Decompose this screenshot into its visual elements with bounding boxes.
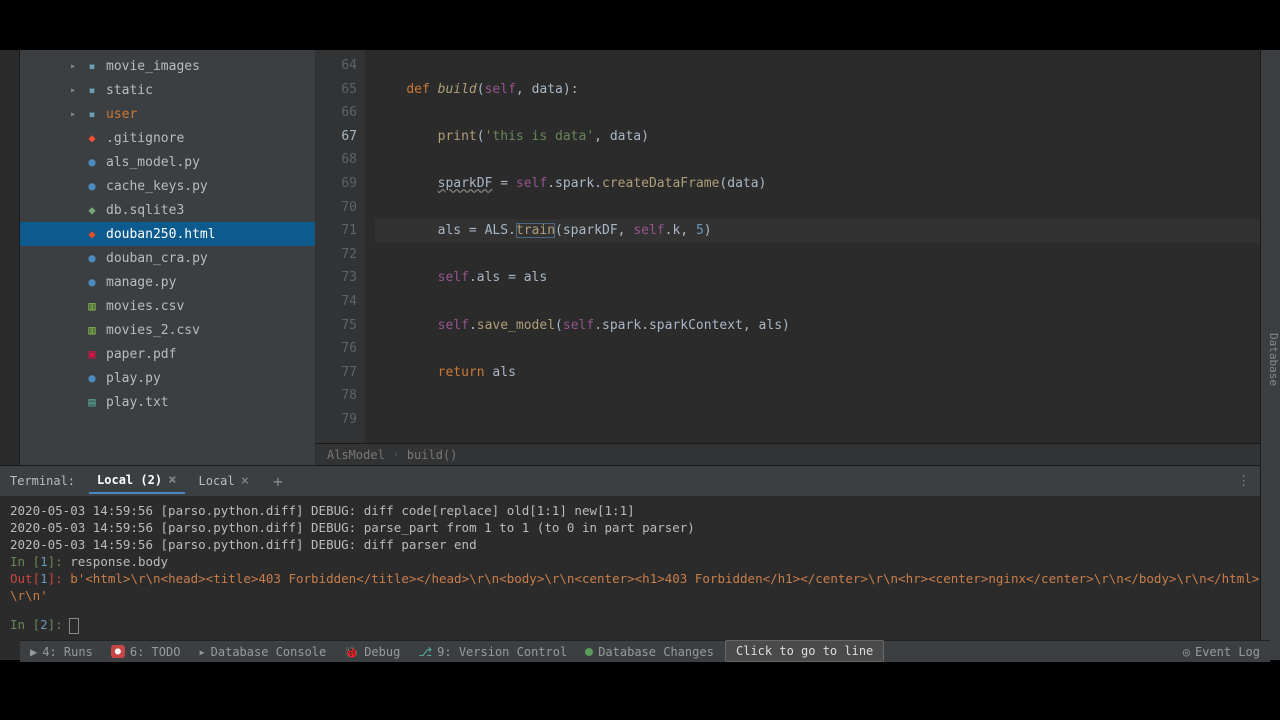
line-gutter: 64656667 68697071 72737475 76777879	[315, 50, 365, 443]
tree-file[interactable]: ▣ paper.pdf	[20, 342, 315, 366]
runs-button[interactable]: ▶4: Runs	[30, 645, 93, 659]
python-icon: ●	[84, 274, 100, 290]
bottom-toolbar: ▶4: Runs ●6: TODO ▸Database Console 🐞Deb…	[20, 640, 1270, 662]
chevron-right-icon: ▸	[70, 109, 82, 120]
folder-icon: ▪	[84, 58, 100, 74]
right-tool-rail[interactable]: Database	[1260, 50, 1280, 660]
terminal-line: 2020-05-03 14:59:56 [parso.python.diff] …	[10, 502, 1270, 519]
more-icon[interactable]: ⋮	[1237, 474, 1250, 489]
terminal-header: Terminal: Local (2) × Local × + ⋮ —	[0, 466, 1280, 496]
pdf-icon: ▣	[84, 346, 100, 362]
tree-file[interactable]: ● douban_cra.py	[20, 246, 315, 270]
file-tree[interactable]: ▸ ▪ movie_images ▸ ▪ static ▸ ▪ user ◆ .…	[20, 50, 315, 465]
chevron-right-icon: ›	[393, 449, 399, 460]
tree-file[interactable]: ▥ movies.csv	[20, 294, 315, 318]
terminal-tab[interactable]: Local ×	[191, 469, 258, 493]
terminal-panel: Terminal: Local (2) × Local × + ⋮ — 2020…	[0, 465, 1280, 660]
tree-label: movies_2.csv	[106, 323, 200, 338]
eventlog-button[interactable]: ◎Event Log	[1183, 645, 1260, 659]
close-icon[interactable]: ×	[241, 473, 249, 489]
tree-file[interactable]: ▤ play.txt	[20, 390, 315, 414]
tree-label: douban250.html	[106, 227, 216, 242]
db-changes-button[interactable]: Database Changes	[585, 645, 714, 659]
chevron-right-icon: ▸	[70, 85, 82, 96]
csv-icon: ▥	[84, 322, 100, 338]
tree-label: .gitignore	[106, 131, 184, 146]
terminal-line: 2020-05-03 14:59:56 [parso.python.diff] …	[10, 536, 1270, 553]
add-tab-button[interactable]: +	[267, 472, 289, 491]
tree-file[interactable]: ◆ db.sqlite3	[20, 198, 315, 222]
code-pane[interactable]: 64656667 68697071 72737475 76777879 def …	[315, 50, 1280, 443]
tree-label: als_model.py	[106, 155, 200, 170]
close-icon[interactable]: ×	[168, 472, 176, 488]
python-icon: ●	[84, 250, 100, 266]
breadcrumb-class[interactable]: AlsModel	[327, 448, 385, 462]
tree-label: static	[106, 83, 153, 98]
tree-file[interactable]: ● als_model.py	[20, 150, 315, 174]
terminal-line: In [1]: response.body	[10, 553, 1270, 570]
tree-folder[interactable]: ▸ ▪ movie_images	[20, 54, 315, 78]
tree-file[interactable]: ● cache_keys.py	[20, 174, 315, 198]
python-icon: ●	[84, 178, 100, 194]
tree-label: douban_cra.py	[106, 251, 208, 266]
tree-label: db.sqlite3	[106, 203, 184, 218]
tree-label: movies.csv	[106, 299, 184, 314]
terminal-body[interactable]: 2020-05-03 14:59:56 [parso.python.diff] …	[0, 496, 1280, 660]
tree-file-selected[interactable]: ◆ douban250.html	[20, 222, 315, 246]
cursor	[70, 619, 78, 633]
tooltip: Click to go to line	[725, 640, 884, 662]
python-icon: ●	[84, 370, 100, 386]
folder-icon: ▪	[84, 82, 100, 98]
tree-label: cache_keys.py	[106, 179, 208, 194]
tree-label: movie_images	[106, 59, 200, 74]
tree-file[interactable]: ● play.py	[20, 366, 315, 390]
tree-folder[interactable]: ▸ ▪ static	[20, 78, 315, 102]
tree-label: user	[106, 107, 137, 122]
txt-icon: ▤	[84, 394, 100, 410]
editor-area: 64656667 68697071 72737475 76777879 def …	[315, 50, 1280, 465]
breadcrumb[interactable]: AlsModel › build()	[315, 443, 1280, 465]
terminal-line: 2020-05-03 14:59:56 [parso.python.diff] …	[10, 519, 1270, 536]
git-icon: ◆	[84, 130, 100, 146]
chevron-right-icon: ▸	[70, 61, 82, 72]
tree-label: paper.pdf	[106, 347, 176, 362]
debug-button[interactable]: 🐞Debug	[344, 645, 400, 659]
db-console-button[interactable]: ▸Database Console	[198, 645, 326, 659]
tree-label: play.py	[106, 371, 161, 386]
python-icon: ●	[84, 154, 100, 170]
tree-label: manage.py	[106, 275, 176, 290]
terminal-line: Out[1]: b'<html>\r\n<head><title>403 For…	[10, 570, 1270, 604]
breadcrumb-method[interactable]: build()	[407, 448, 458, 462]
todo-button[interactable]: ●6: TODO	[111, 645, 181, 659]
tree-label: play.txt	[106, 395, 169, 410]
vcs-button[interactable]: ⎇9: Version Control	[418, 645, 567, 659]
tree-file[interactable]: ● manage.py	[20, 270, 315, 294]
html-icon: ◆	[84, 226, 100, 242]
code-text[interactable]: def build(self, data): print('this is da…	[365, 50, 1262, 443]
terminal-tab-active[interactable]: Local (2) ×	[89, 468, 184, 494]
folder-icon: ▪	[84, 106, 100, 122]
tree-file[interactable]: ▥ movies_2.csv	[20, 318, 315, 342]
left-gutter	[0, 50, 20, 465]
terminal-prompt: In [2]:	[10, 616, 1270, 633]
tree-folder[interactable]: ▸ ▪ user	[20, 102, 315, 126]
terminal-title: Terminal:	[10, 474, 75, 488]
tree-file[interactable]: ◆ .gitignore	[20, 126, 315, 150]
csv-icon: ▥	[84, 298, 100, 314]
db-icon: ◆	[84, 202, 100, 218]
